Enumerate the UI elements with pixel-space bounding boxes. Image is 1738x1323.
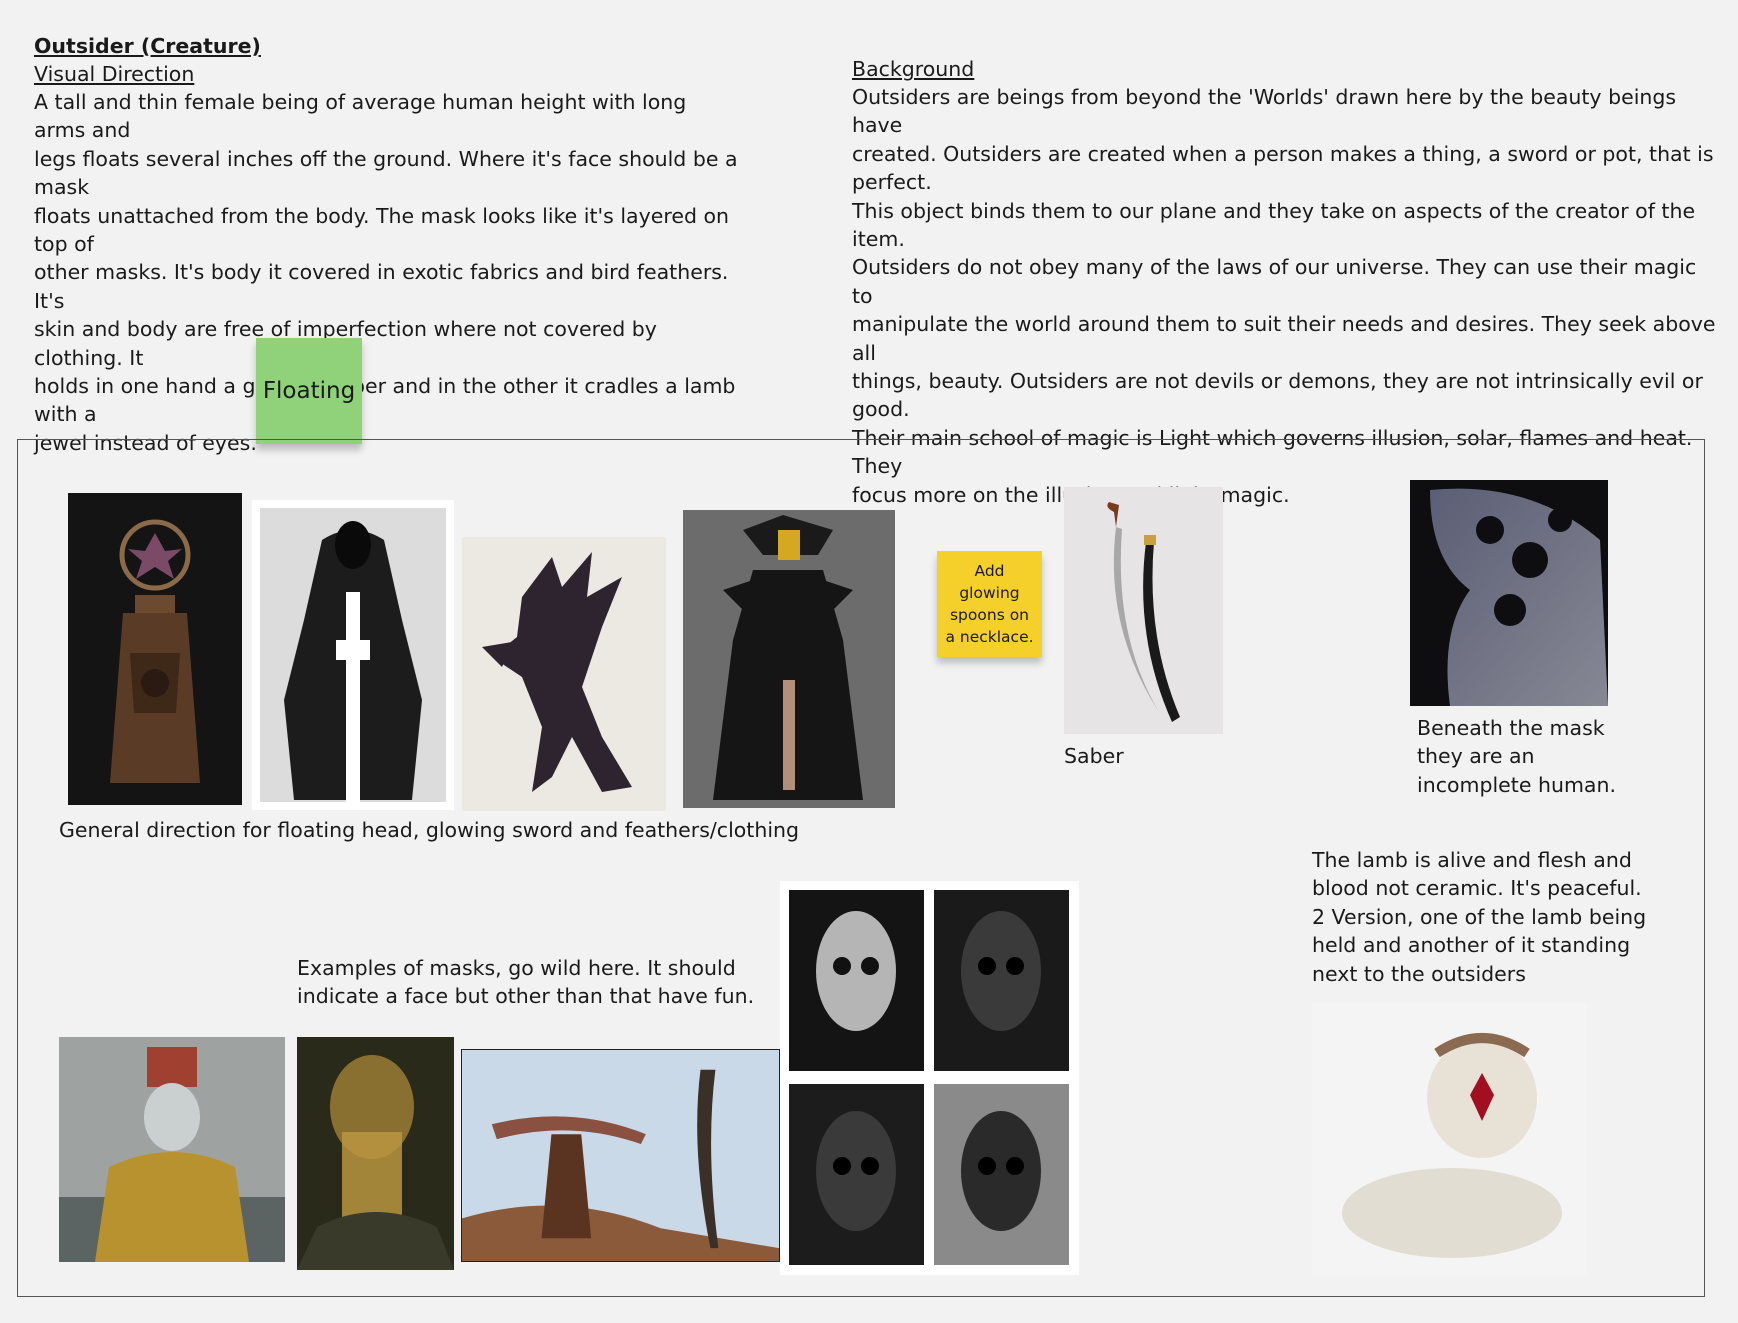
visual-direction-heading: Visual Direction xyxy=(34,62,195,86)
reference-image-feathered-creature[interactable] xyxy=(462,537,666,811)
caption-saber: Saber xyxy=(1064,744,1124,768)
reference-image-feathered-swordsman[interactable] xyxy=(252,500,454,810)
caption-lamb: The lamb is alive and flesh and blood no… xyxy=(1312,848,1647,986)
reference-image-gold-mask-figure[interactable] xyxy=(683,510,895,808)
mask-image-gold-chain-mask[interactable] xyxy=(297,1037,454,1270)
background-heading: Background xyxy=(852,57,975,81)
caption-masks: Examples of masks, go wild here. It shou… xyxy=(297,956,755,1009)
reference-image-incomplete-human[interactable] xyxy=(1410,480,1608,706)
reference-image-jewel-lamb[interactable] xyxy=(1312,1003,1587,1276)
mask-image-skull-grid[interactable] xyxy=(780,881,1079,1275)
page-title: Outsider (Creature) xyxy=(34,34,261,58)
sticky-note-floating[interactable]: Floating xyxy=(256,338,362,444)
mask-image-headdress[interactable] xyxy=(59,1037,285,1262)
sticky-note-spoons-label: Add glowing spoons on a necklace. xyxy=(945,562,1034,646)
caption-beneath-mask: Beneath the mask they are an incomplete … xyxy=(1417,716,1616,797)
caption-general-direction: General direction for floating head, glo… xyxy=(59,818,800,842)
visual-direction-body: A tall and thin female being of average … xyxy=(34,90,738,455)
sticky-note-floating-label: Floating xyxy=(262,378,356,404)
sticky-note-spoons[interactable]: Add glowing spoons on a necklace. xyxy=(937,551,1042,657)
reference-image-saber[interactable] xyxy=(1064,487,1223,734)
mask-image-landscape-masquerade[interactable] xyxy=(461,1049,780,1262)
reference-image-cloaked-figure[interactable] xyxy=(68,493,242,805)
